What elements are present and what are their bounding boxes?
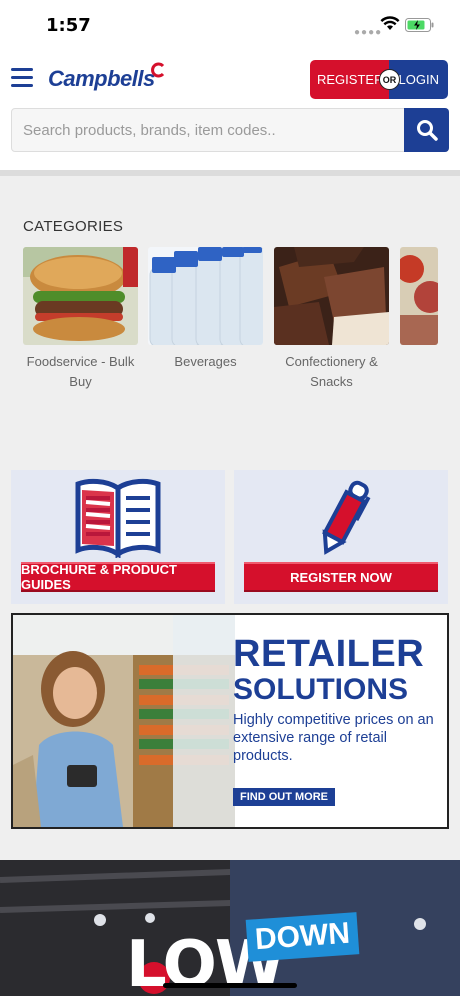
app-header: Campbells REGISTER LOGIN OR	[0, 50, 460, 170]
brochure-tile[interactable]: BROCHURE & PRODUCT GUIDES	[11, 470, 225, 604]
down-text: DOWN	[245, 912, 360, 962]
banner-heading-2: SOLUTIONS	[233, 673, 409, 706]
category-label: Confectionery & Snacks	[285, 354, 378, 389]
logo-swoosh-icon	[151, 62, 165, 78]
signal-icon: ●●●●	[354, 27, 383, 38]
search-input[interactable]	[12, 109, 404, 151]
register-tile[interactable]: REGISTER NOW	[234, 470, 448, 604]
category-image-water	[148, 247, 263, 345]
category-label: Beverages	[174, 354, 237, 369]
low-down-price-banner[interactable]: LOW DOWN	[0, 860, 460, 996]
shopper-photo	[13, 615, 235, 827]
brochure-button[interactable]: BROCHURE & PRODUCT GUIDES	[21, 562, 215, 592]
auth-buttons: REGISTER LOGIN OR	[310, 60, 448, 99]
wifi-icon	[380, 16, 400, 30]
or-badge: OR	[379, 69, 400, 90]
category-image-partial	[400, 247, 438, 345]
register-now-button[interactable]: REGISTER NOW	[244, 562, 438, 592]
category-confectionery[interactable]: Confectionery & Snacks	[274, 247, 389, 392]
category-image-burger	[23, 247, 138, 345]
home-indicator	[163, 983, 297, 988]
banner-heading-1: RETAILER	[233, 633, 425, 675]
status-bar: 1:57 ●●●●	[0, 0, 460, 50]
category-next[interactable]	[400, 247, 438, 345]
category-label: Foodservice - Bulk Buy	[26, 354, 135, 389]
menu-icon[interactable]	[11, 68, 33, 88]
category-image-chocolate	[274, 247, 389, 345]
search-bar	[11, 108, 449, 152]
open-book-icon	[75, 478, 161, 558]
category-beverages[interactable]: Beverages	[148, 247, 263, 372]
battery-icon	[405, 18, 434, 32]
pen-icon	[322, 480, 371, 555]
search-button[interactable]	[404, 108, 449, 152]
status-time: 1:57	[46, 15, 91, 36]
find-out-more-button[interactable]: FIND OUT MORE	[233, 788, 335, 806]
banner-body: Highly competitive prices on an extensiv…	[233, 712, 434, 764]
header-divider	[0, 170, 460, 176]
categories-heading: CATEGORIES	[23, 218, 124, 235]
category-foodservice[interactable]: Foodservice - Bulk Buy	[23, 247, 138, 392]
retailer-solutions-banner[interactable]: RETAILER SOLUTIONS Highly competitive pr…	[11, 613, 449, 829]
search-icon	[416, 120, 438, 141]
campbells-logo[interactable]: Campbells	[48, 66, 155, 92]
register-button[interactable]: REGISTER	[310, 60, 389, 99]
